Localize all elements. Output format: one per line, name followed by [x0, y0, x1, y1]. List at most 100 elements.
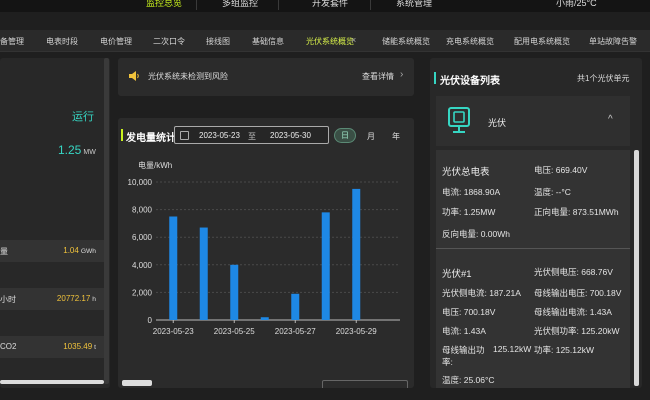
stat-number: 1035.49	[63, 342, 93, 351]
stat-label: CO2	[0, 342, 17, 351]
stat-label: 小时	[0, 295, 16, 304]
tab-basic-info[interactable]: 基础信息	[252, 36, 284, 47]
y-tick-label: 8,000	[132, 206, 153, 215]
chart-bar	[352, 188, 361, 320]
stat-value: 1035.49 t	[63, 342, 96, 351]
tab-meter-periods[interactable]: 电表时段	[46, 36, 78, 47]
chevron-up-icon[interactable]: ^	[608, 114, 613, 125]
inverter-current: 电流: 1.43A	[442, 326, 486, 336]
inverter-power: 功率: 125.12kW	[534, 345, 594, 355]
station-summary-panel: 运行 1.25 MW 量 1.04 GWh 小时 20772.17 h CO2 103…	[0, 58, 110, 388]
tab-price-management[interactable]: 电价管理	[100, 36, 132, 47]
stat-unit: h	[92, 296, 96, 303]
divider	[196, 0, 197, 10]
period-month-button[interactable]: 月	[367, 131, 375, 142]
date-range-picker[interactable]: 2023-05-23 至 2023-05-30	[174, 126, 329, 144]
pv-device-list-panel: 光伏设备列表 共1个光伏单元 光伏 ^ 光伏总电表 电压: 669.40V 电流…	[430, 58, 642, 388]
title-accent	[434, 72, 436, 84]
bus-output-power-value: 125.12kW	[493, 344, 532, 354]
tab-distribution-overview[interactable]: 配用电系统概览	[514, 36, 570, 47]
list-item: 量 1.04 GWh	[0, 240, 104, 262]
bus-output-current: 母线输出电流: 1.43A	[534, 307, 612, 317]
meter-reverse-energy: 反向电量: 0.00Wh	[442, 229, 511, 239]
generation-stats-panel: 发电量统计 2023-05-23 至 2023-05-30 日 月 年 电量/k…	[118, 118, 414, 388]
section-title: 发电量统计	[126, 133, 176, 144]
speaker-icon	[129, 71, 139, 81]
alert-message: 光伏系统未检测到风险	[148, 72, 228, 81]
bus-output-power-label: 母线输出功	[442, 345, 485, 355]
meter-power: 功率: 1.25MW	[442, 207, 496, 217]
calendar-icon	[180, 131, 189, 140]
stat-label: 量	[0, 247, 8, 256]
stat-value: 20772.17 h	[57, 294, 96, 303]
tab-pv-overview[interactable]: 光伏系统概览	[306, 36, 354, 47]
pv-side-voltage: 光伏侧电压: 668.76V	[534, 267, 613, 277]
x-tick-label: 2023-05-27	[275, 327, 316, 336]
pv-side-current: 光伏侧电流: 187.21A	[442, 288, 521, 298]
list-item: 小时 20772.17 h	[0, 288, 104, 310]
bus-output-power-label-cont: 率:	[442, 357, 453, 367]
close-icon[interactable]: ×	[351, 35, 356, 45]
current-power-value: 1.25	[58, 143, 82, 157]
top-tab-dev-kit[interactable]: 开发套件	[312, 0, 348, 9]
tab-storage-overview[interactable]: 储能系统概览	[382, 36, 430, 47]
inverter-title: 光伏#1	[442, 269, 472, 280]
top-tab-multi-group[interactable]: 多组监控	[222, 0, 258, 9]
pv-unit-header[interactable]: 光伏 ^	[436, 96, 630, 146]
page-tab-bar: 备管理 电表时段 电价管理 二次口令 接线图 基础信息 光伏系统概览 × 储能系…	[0, 30, 650, 52]
chevron-right-icon[interactable]: ›	[400, 69, 403, 80]
inverter-temperature: 温度: 25.06°C	[442, 375, 495, 385]
risk-alert-bar: 光伏系统未检测到风险 查看详情 ›	[118, 58, 414, 96]
meter-current: 电流: 1868.90A	[442, 187, 501, 197]
meter-voltage: 电压: 669.40V	[534, 165, 588, 175]
x-tick-label: 2023-05-25	[214, 327, 255, 336]
y-tick-label: 10,000	[128, 178, 153, 187]
next-section-title	[122, 380, 152, 386]
y-tick-label: 0	[148, 316, 153, 325]
divider	[436, 248, 630, 249]
tab-charging-overview[interactable]: 充电系统概览	[446, 36, 494, 47]
run-status: 运行	[72, 111, 94, 123]
chart-bar	[199, 227, 208, 320]
period-year-button[interactable]: 年	[392, 131, 400, 142]
chart-bar	[291, 293, 300, 320]
tab-wiring-diagram[interactable]: 接线图	[206, 36, 230, 47]
weather-readout: 小雨/25°C	[556, 0, 597, 8]
tab-fault-alarm[interactable]: 单站故障告警	[589, 36, 637, 47]
view-details-link[interactable]: 查看详情	[362, 71, 394, 82]
device-count: 共1个光伏单元	[577, 74, 630, 83]
date-separator: 至	[248, 132, 256, 141]
divider	[278, 0, 279, 10]
tab-secondary-password[interactable]: 二次口令	[153, 36, 185, 47]
current-power: 1.25 MW	[58, 143, 96, 157]
tab-device-management[interactable]: 备管理	[0, 36, 24, 47]
start-date[interactable]: 2023-05-23	[199, 131, 240, 140]
vertical-scrollbar[interactable]	[104, 58, 109, 384]
pv-meter-details: 光伏总电表 电压: 669.40V 电流: 1868.90A 温度: --°C …	[436, 150, 630, 388]
list-item: CO2 1035.49 t	[0, 336, 104, 358]
vertical-scrollbar[interactable]	[634, 150, 639, 386]
y-axis-label: 电量/kWh	[138, 160, 172, 170]
solar-panel-icon	[448, 107, 470, 133]
inverter-voltage: 电压: 700.18V	[442, 307, 496, 317]
end-date[interactable]: 2023-05-30	[270, 131, 311, 140]
generation-bar-chart: 电量/kWh 0 2,000 4,000 6,000 8,000 10,000 2023-05…	[128, 160, 400, 336]
y-tick-label: 6,000	[132, 233, 153, 242]
pv-side-power: 光伏侧功率: 125.20kW	[534, 326, 620, 336]
meter-title: 光伏总电表	[442, 167, 490, 178]
y-tick-label: 4,000	[132, 261, 153, 270]
horizontal-scrollbar[interactable]	[0, 380, 104, 384]
chart-bar	[230, 264, 239, 320]
stat-unit: GWh	[80, 248, 96, 255]
stat-number: 1.04	[63, 246, 79, 255]
pv-unit-name: 光伏	[488, 118, 507, 128]
chart-bar	[260, 317, 269, 320]
next-section-control[interactable]	[322, 380, 408, 388]
period-day-button[interactable]: 日	[334, 128, 356, 143]
stat-value: 1.04 GWh	[63, 246, 96, 255]
top-tab-monitor-overview[interactable]: 监控总览	[146, 0, 182, 9]
title-accent	[121, 129, 123, 141]
top-tab-system-admin[interactable]: 系统管理	[396, 0, 432, 9]
current-power-unit: MW	[83, 149, 96, 156]
chart-bar	[169, 216, 178, 320]
